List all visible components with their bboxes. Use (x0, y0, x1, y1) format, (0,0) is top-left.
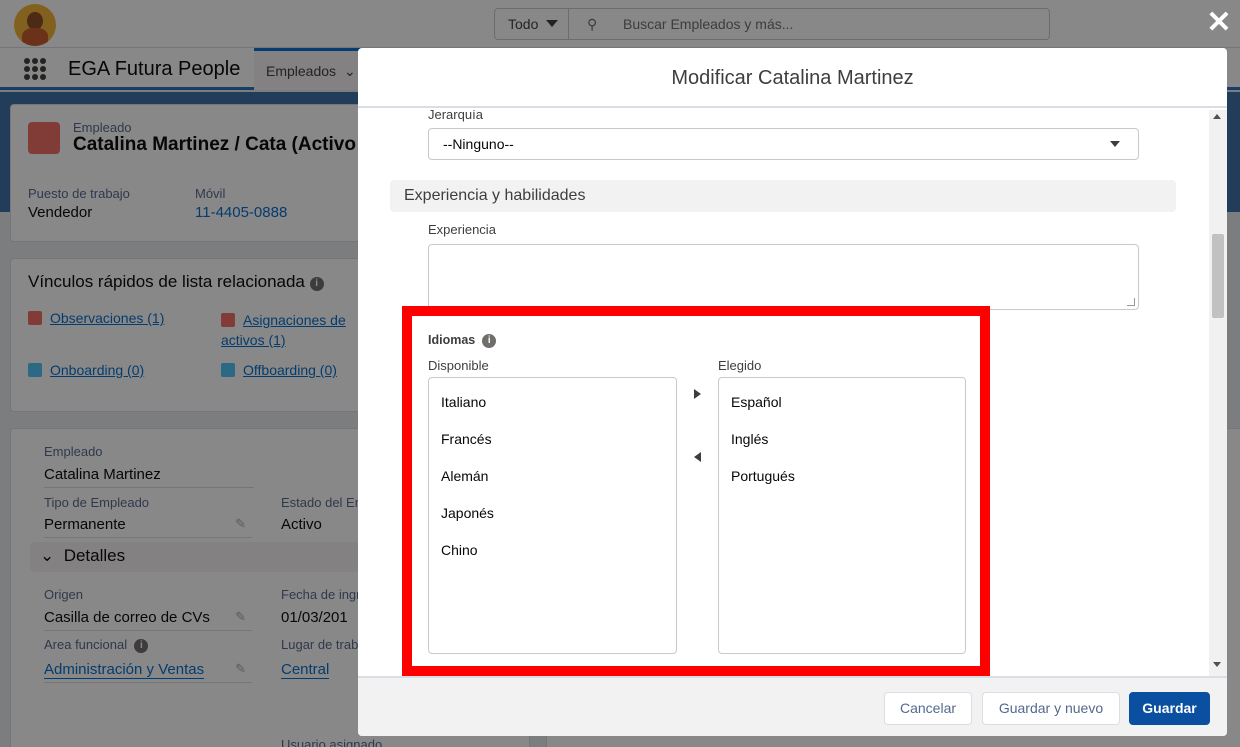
modal-footer: Cancelar Guardar y nuevo Guardar (358, 676, 1227, 736)
modal-body: Jerarquía --Ninguno-- Experiencia y habi… (358, 110, 1227, 676)
close-icon[interactable]: ✕ (1204, 8, 1234, 38)
scroll-thumb[interactable] (1212, 234, 1224, 318)
cancel-button[interactable]: Cancelar (884, 692, 972, 725)
chevron-down-icon (1110, 141, 1120, 147)
modal-scrollbar[interactable] (1209, 110, 1227, 676)
highlight-box (402, 306, 990, 676)
save-button[interactable]: Guardar (1129, 692, 1210, 725)
label-experiencia: Experiencia (428, 222, 496, 237)
modal-title: Modificar Catalina Martinez (358, 48, 1227, 108)
experiencia-textarea[interactable] (428, 244, 1139, 310)
jerarquia-select[interactable]: --Ninguno-- (428, 128, 1139, 160)
scroll-down-icon[interactable] (1213, 662, 1221, 667)
section-experiencia-habilidades: Experiencia y habilidades (390, 180, 1176, 212)
resize-handle-icon[interactable] (1127, 298, 1135, 306)
save-and-new-button[interactable]: Guardar y nuevo (982, 692, 1120, 725)
scroll-up-icon[interactable] (1213, 114, 1221, 119)
label-jerarquia: Jerarquía (428, 110, 483, 122)
edit-modal: Modificar Catalina Martinez Jerarquía --… (358, 48, 1227, 736)
